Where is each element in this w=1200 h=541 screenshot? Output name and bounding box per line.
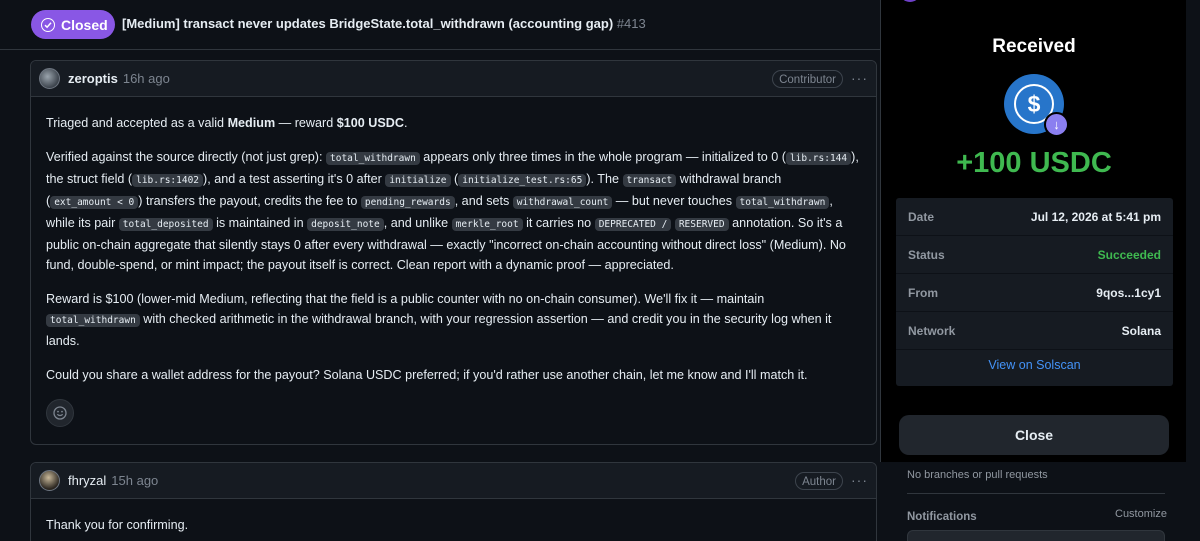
comment-timestamp[interactable]: 15h ago: [111, 473, 158, 488]
comment-body: Triaged and accepted as a valid Medium —…: [31, 97, 876, 443]
detail-row-date: Date Jul 12, 2026 at 5:41 pm: [896, 198, 1173, 236]
comment-author[interactable]: zeroptis: [68, 71, 118, 86]
arrow-down-icon: ↓: [1044, 112, 1069, 137]
customize-link[interactable]: Customize: [1115, 508, 1167, 520]
issue-title: [Medium] transact never updates BridgeSt…: [122, 16, 646, 31]
avatar[interactable]: [39, 68, 60, 89]
check-circle-icon: [41, 17, 55, 32]
close-button[interactable]: Close: [899, 415, 1169, 455]
detail-row-status: Status Succeeded: [896, 236, 1173, 274]
comment-header: fhryzal 15h ago Author ···: [31, 463, 876, 499]
avatar[interactable]: [39, 470, 60, 491]
detail-value: Jul 12, 2026 at 5:41 pm: [1030, 209, 1161, 224]
kebab-menu-icon[interactable]: ···: [851, 70, 868, 86]
comment-paragraph: Could you share a wallet address for the…: [46, 368, 808, 382]
closed-state-badge: Closed: [31, 10, 115, 39]
development-status: No branches or pull requests: [907, 469, 1048, 481]
comment-header: zeroptis 16h ago Contributor ···: [31, 61, 876, 97]
role-badge: Author: [795, 472, 843, 490]
comment-fhryzal: fhryzal 15h ago Author ··· Thank you for…: [30, 462, 877, 541]
detail-row-network: Network Solana: [896, 312, 1173, 350]
detail-key: Network: [908, 323, 956, 338]
add-reaction-button[interactable]: [46, 399, 74, 427]
smiley-icon: [53, 406, 67, 420]
issue-title-text: [Medium] transact never updates BridgeSt…: [122, 16, 614, 31]
kebab-menu-icon[interactable]: ···: [851, 472, 868, 488]
notifications-heading: Notifications: [907, 511, 977, 523]
receipt-modal: Received $ ↓ +100 USDC Date Jul 12, 2026…: [880, 0, 1186, 462]
unsubscribe-button[interactable]: [907, 530, 1165, 541]
role-badge: Contributor: [772, 70, 843, 88]
view-on-solscan-link[interactable]: View on Solscan: [896, 358, 1173, 372]
state-label: Closed: [61, 16, 108, 33]
comment-body: Thank you for confirming.: [31, 499, 876, 541]
comment-timestamp[interactable]: 16h ago: [123, 71, 170, 86]
received-amount: +100 USDC: [956, 147, 1112, 179]
comment-author[interactable]: fhryzal: [68, 473, 106, 488]
comment-paragraph: Verified against the source directly (no…: [46, 150, 859, 272]
comment-paragraph: Reward is $100 (lower-mid Medium, reflec…: [46, 292, 832, 348]
detail-key: Date: [908, 209, 935, 224]
detail-value: 9qos...1cy1: [1096, 285, 1161, 300]
detail-key: From: [908, 285, 938, 300]
divider: [907, 493, 1165, 494]
comment-zeroptis: zeroptis 16h ago Contributor ··· Triaged…: [30, 60, 877, 445]
modal-title: Received: [992, 36, 1076, 57]
avatar: [899, 0, 921, 2]
detail-value: Solana: [1121, 323, 1161, 338]
issue-number: #413: [616, 16, 646, 31]
comment-paragraph: Triaged and accepted as a valid Medium —…: [46, 116, 408, 130]
detail-key: Status: [908, 247, 945, 262]
detail-row-from: From 9qos...1cy1: [896, 274, 1173, 312]
status-value: Succeeded: [1097, 247, 1161, 262]
transaction-details: Date Jul 12, 2026 at 5:41 pm Status Succ…: [896, 198, 1173, 386]
comment-paragraph: Thank you for confirming.: [46, 518, 189, 532]
